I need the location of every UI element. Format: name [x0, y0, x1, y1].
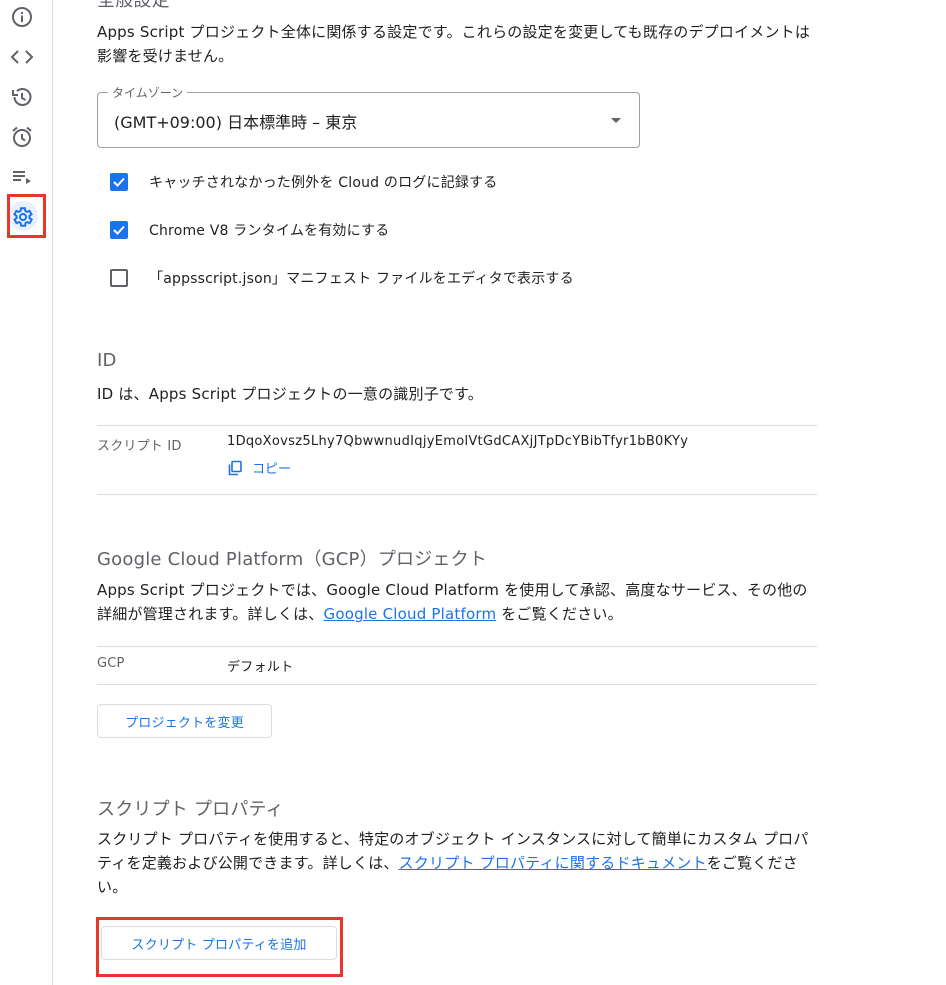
- gcp-description: Apps Script プロジェクトでは、Google Cloud Platfo…: [97, 578, 815, 626]
- general-settings-description: Apps Script プロジェクト全体に関係する設定です。これらの設定を変更し…: [97, 23, 811, 65]
- show-manifest-label: 「appsscript.json」マニフェスト ファイルをエディタで表示する: [149, 271, 574, 287]
- script-properties-title: スクリプト プロパティ: [97, 799, 284, 820]
- gcp-title: Google Cloud Platform（GCP）プロジェクト: [97, 549, 488, 570]
- gcp-link[interactable]: Google Cloud Platform: [324, 605, 497, 623]
- divider: [97, 646, 817, 647]
- timezone-value: (GMT+09:00) 日本標準時 – 東京: [114, 113, 358, 132]
- v8-runtime-checkbox[interactable]: [110, 221, 128, 239]
- playlist-icon[interactable]: [8, 163, 36, 191]
- timezone-label: タイムゾーン: [108, 84, 188, 101]
- general-settings-title: 全般設定: [97, 0, 170, 11]
- show-manifest-checkbox[interactable]: [110, 269, 128, 287]
- log-exceptions-label: キャッチされなかった例外を Cloud のログに記録する: [149, 175, 498, 191]
- show-manifest-option[interactable]: 「appsscript.json」マニフェスト ファイルをエディタで表示する: [110, 267, 574, 289]
- copy-button[interactable]: コピー: [227, 458, 291, 477]
- divider: [97, 425, 817, 426]
- v8-runtime-label: Chrome V8 ランタイムを有効にする: [149, 223, 390, 239]
- script-id-value: 1DqoXovsz5Lhy7QbwwnudIqjyEmolVtGdCAXjJTp…: [227, 434, 689, 449]
- code-icon[interactable]: [8, 43, 36, 71]
- copy-icon: [228, 460, 242, 475]
- gcp-row-label: GCP: [97, 656, 125, 671]
- script-properties-docs-link[interactable]: スクリプト プロパティに関するドキュメント: [399, 854, 707, 872]
- gcp-row-value: デフォルト: [227, 660, 294, 675]
- gcp-description-after: をご覧ください。: [496, 605, 623, 623]
- script-id-label: スクリプト ID: [97, 439, 182, 454]
- log-exceptions-option[interactable]: キャッチされなかった例外を Cloud のログに記録する: [110, 171, 498, 193]
- checkmark-icon: [113, 177, 125, 187]
- divider: [97, 684, 817, 685]
- v8-runtime-option[interactable]: Chrome V8 ランタイムを有効にする: [110, 219, 389, 241]
- info-icon[interactable]: [8, 3, 36, 31]
- timezone-select[interactable]: タイムゾーン (GMT+09:00) 日本標準時 – 東京: [97, 84, 640, 148]
- alarm-clock-icon[interactable]: [8, 123, 36, 151]
- script-properties-description: スクリプト プロパティを使用すると、特定のオブジェクト インスタンスに対して簡単…: [97, 827, 815, 899]
- add-property-highlight-box: [96, 917, 343, 977]
- copy-label: コピー: [252, 462, 292, 477]
- history-icon[interactable]: [8, 83, 36, 111]
- dropdown-arrow-icon: [611, 118, 621, 123]
- change-project-button[interactable]: プロジェクトを変更: [97, 704, 272, 738]
- sidebar-nav: [0, 0, 53, 985]
- checkmark-icon: [113, 225, 125, 235]
- ids-title: ID: [97, 350, 117, 371]
- ids-description: ID は、Apps Script プロジェクトの一意の識別子です。: [97, 385, 484, 403]
- settings-highlight-box: [7, 194, 46, 238]
- log-exceptions-checkbox[interactable]: [110, 173, 128, 191]
- divider: [97, 494, 817, 495]
